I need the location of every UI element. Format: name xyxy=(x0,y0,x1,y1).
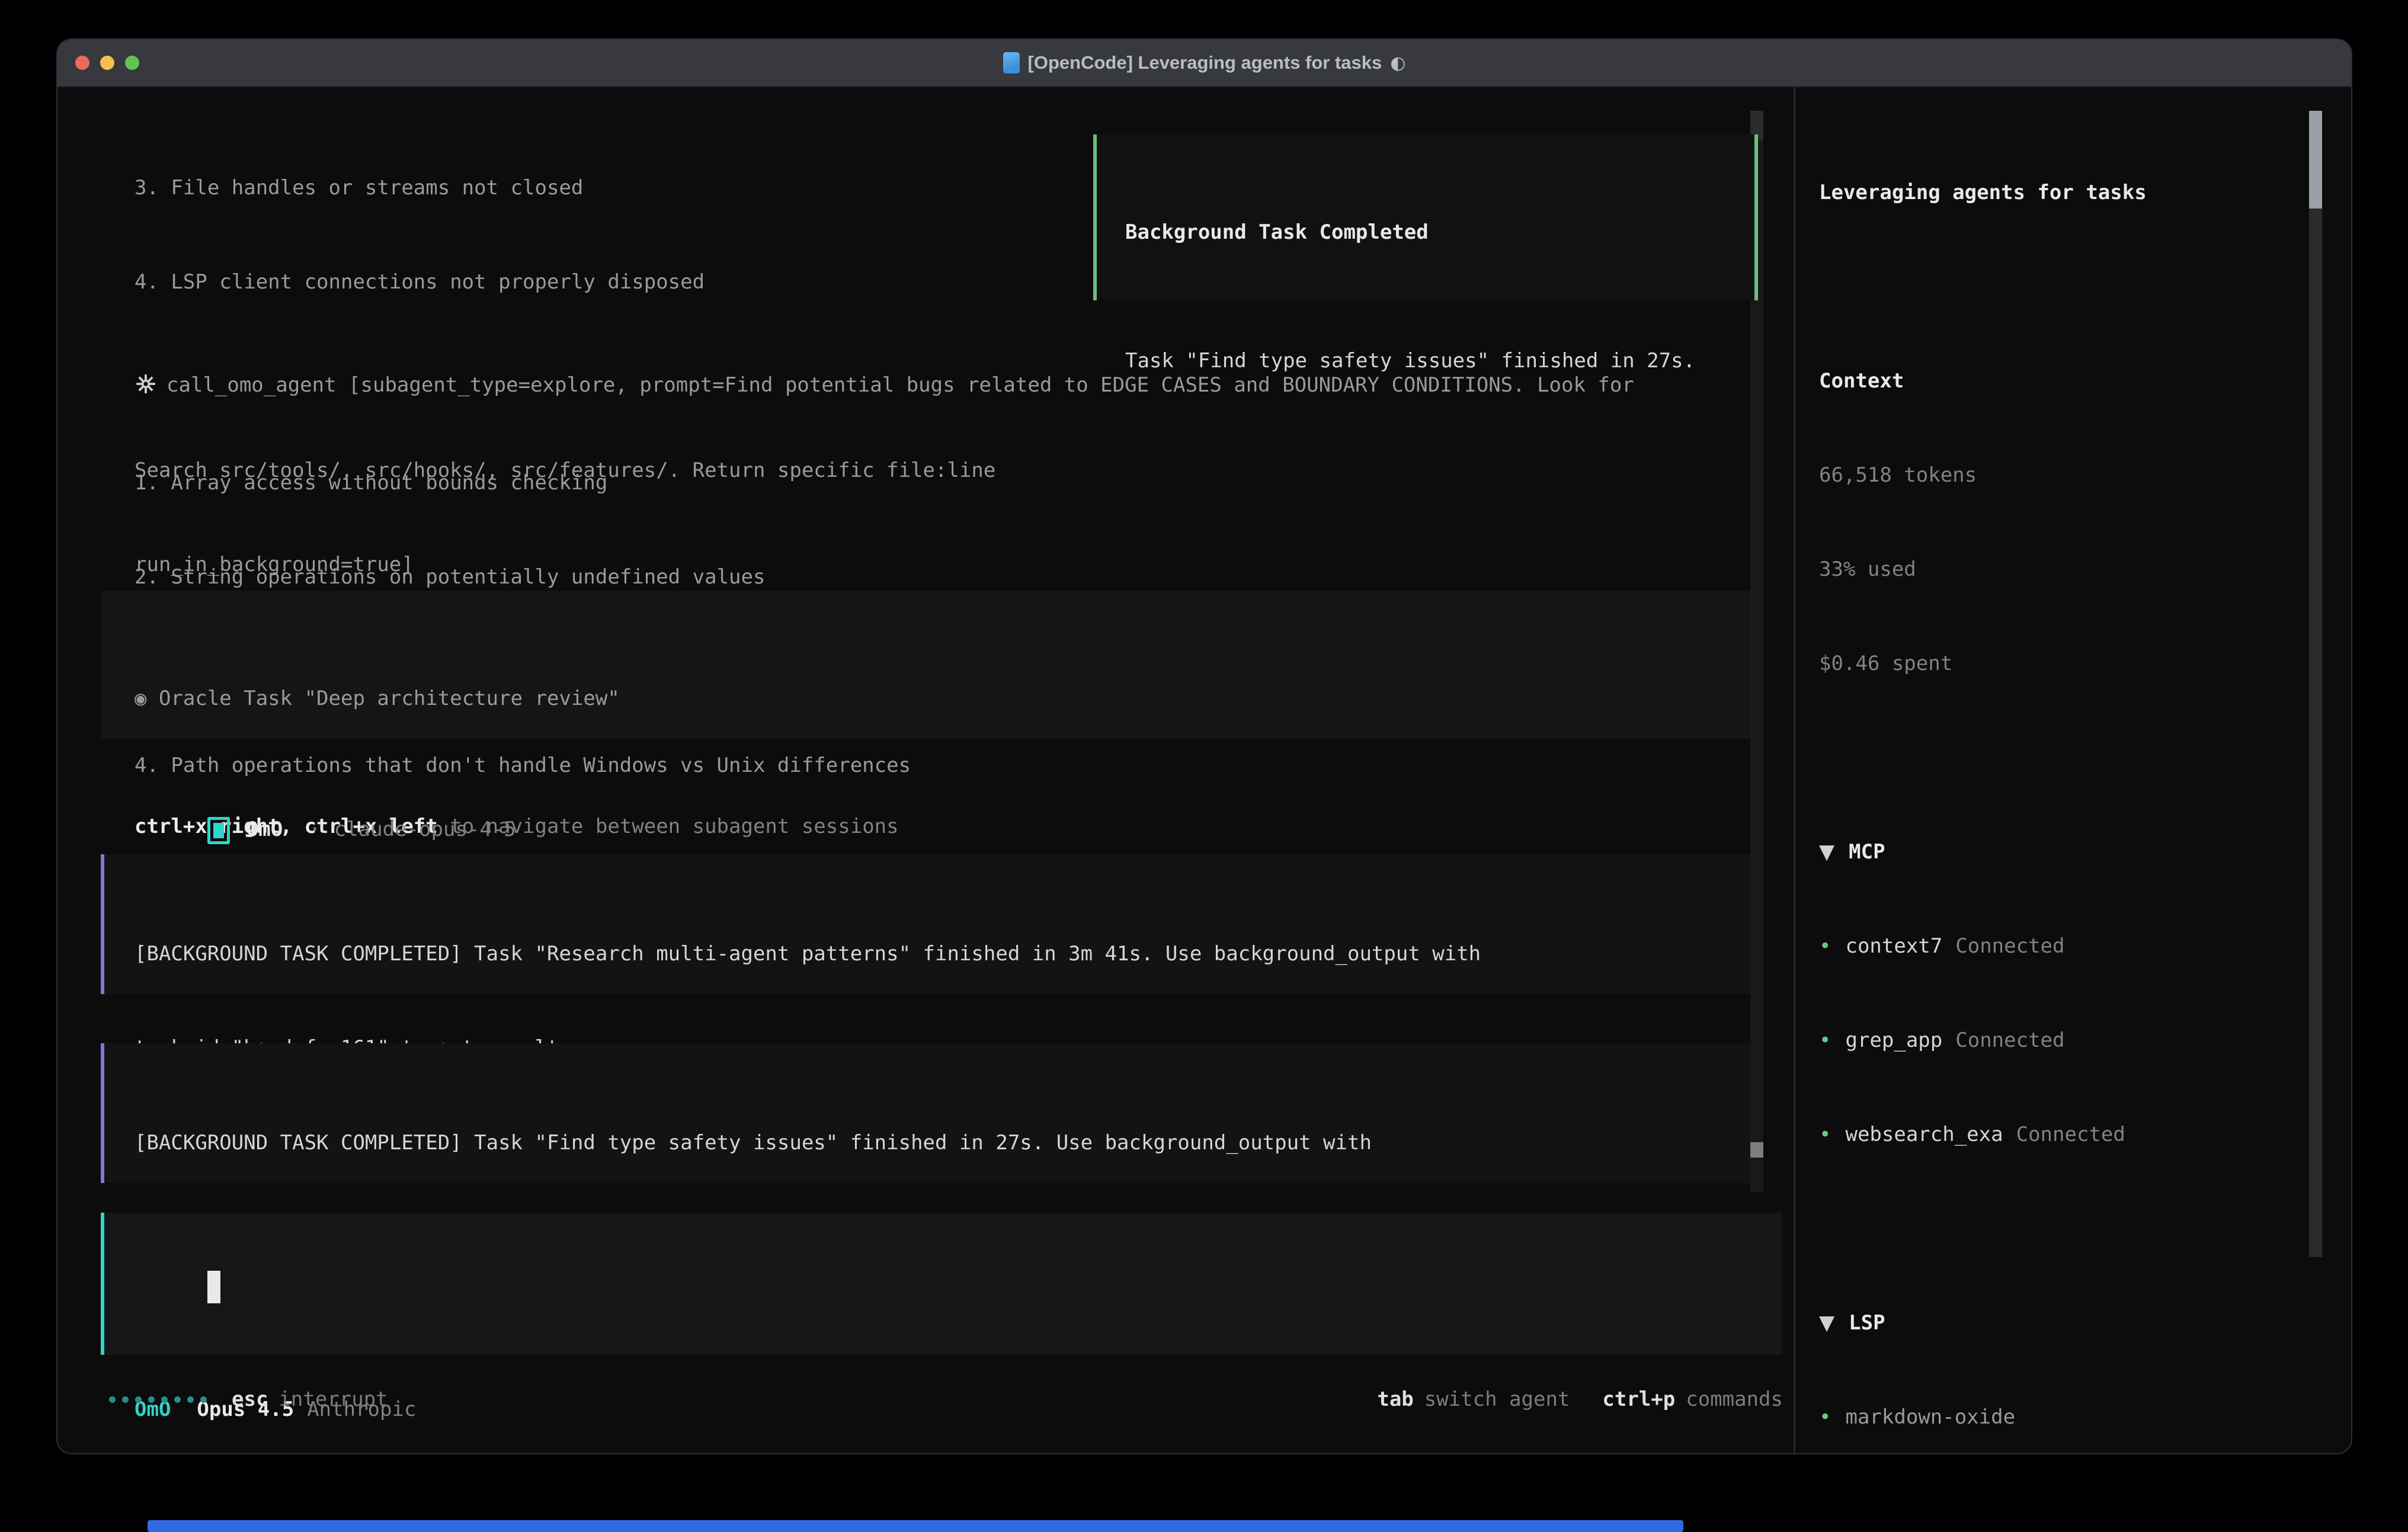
agent-name: OmO xyxy=(246,818,283,841)
document-icon xyxy=(1003,52,1020,73)
agent-square-icon xyxy=(207,817,230,844)
task-result-line: [BACKGROUND TASK COMPLETED] Task "Resear… xyxy=(135,938,1756,970)
lsp-section-header[interactable]: ▼LSP xyxy=(1819,1307,2268,1339)
tab-hint: tabswitch agent xyxy=(1377,1384,1570,1415)
chevron-down-icon: ▼ xyxy=(1819,840,1834,864)
bullet-dot-icon: • xyxy=(1819,1123,1831,1146)
chevron-down-icon: ▼ xyxy=(1819,1311,1834,1335)
minimize-button[interactable] xyxy=(100,56,114,70)
main-scrollbar-thumb[interactable] xyxy=(1750,1142,1763,1158)
bullet-dot-icon: • xyxy=(1819,1028,1831,1052)
context-used: 33% used xyxy=(1819,554,2268,585)
log-line: 4. LSP client connections not properly d… xyxy=(135,267,995,298)
session-title: Leveraging agents for tasks xyxy=(1819,177,2268,209)
sidebar-scrollbar[interactable] xyxy=(2309,111,2322,1257)
ctrlp-hint: ctrl+pcommands xyxy=(1602,1384,1783,1415)
pane-divider xyxy=(1794,86,1795,1453)
status-bar: esc interrupt tabswitch agent ctrl+pcomm… xyxy=(109,1384,1783,1415)
desktop: [OpenCode] Leveraging agents for tasks ◐… xyxy=(0,0,2408,1532)
traffic-lights xyxy=(75,40,139,86)
titlebar: [OpenCode] Leveraging agents for tasks ◐ xyxy=(57,40,2351,87)
background-task-result: [BACKGROUND TASK COMPLETED] Task "Resear… xyxy=(101,854,1756,994)
task-result-line: [BACKGROUND TASK COMPLETED] Task "Find t… xyxy=(135,1127,1756,1159)
background-task-result: [BACKGROUND TASK COMPLETED] Task "Find t… xyxy=(101,1043,1756,1183)
esc-key-hint: esc xyxy=(232,1384,268,1415)
context-spent: $0.46 spent xyxy=(1819,648,2268,680)
context-tokens: 66,518 tokens xyxy=(1819,460,2268,491)
sidebar: Leveraging agents for tasks Context 66,5… xyxy=(1819,114,2268,1454)
oracle-task-panel: ◉ Oracle Task "Deep architecture review"… xyxy=(101,591,1756,739)
bullet-dot-icon: • xyxy=(1819,1405,1831,1429)
window-title-group: [OpenCode] Leveraging agents for tasks ◐ xyxy=(1003,52,1406,73)
prompt-input[interactable]: OmOOpus 4.5Anthropic xyxy=(101,1213,1782,1355)
tool-call-item: 2. String operations on potentially unde… xyxy=(135,562,1770,593)
close-button[interactable] xyxy=(75,56,89,70)
log-line: 3. File handles or streams not closed xyxy=(135,172,995,204)
opencode-window: [OpenCode] Leveraging agents for tasks ◐… xyxy=(56,39,2352,1454)
separator-dot: · xyxy=(309,818,321,841)
sidebar-scrollbar-thumb[interactable] xyxy=(2309,111,2322,209)
mcp-item: •websearch_exaConnected xyxy=(1819,1119,2268,1150)
maximize-button[interactable] xyxy=(125,56,139,70)
tool-call-item: 1. Array access without bounds checking xyxy=(135,467,1770,499)
mcp-item: •grep_appConnected xyxy=(1819,1025,2268,1056)
activity-spinner-dots xyxy=(109,1396,207,1403)
agent-model: claude-opus-4-5 xyxy=(334,818,516,841)
lsp-item: •markdown-oxide xyxy=(1819,1402,2268,1433)
toast-body: Task "Find type safety issues" finished … xyxy=(1125,345,1754,377)
window-title: [OpenCode] Leveraging agents for tasks xyxy=(1028,52,1382,73)
progress-half-circle-icon: ◐ xyxy=(1390,53,1405,73)
esc-key-label: interrupt xyxy=(278,1384,388,1415)
context-heading: Context xyxy=(1819,366,2268,397)
text-cursor xyxy=(207,1271,220,1303)
toast-title: Background Task Completed xyxy=(1125,217,1754,248)
mcp-item: •context7Connected xyxy=(1819,931,2268,962)
fisheye-icon: ◉ xyxy=(135,687,146,710)
oracle-task-title: ◉ Oracle Task "Deep architecture review" xyxy=(135,683,1756,714)
bullet-dot-icon: • xyxy=(1819,934,1831,958)
notification-toast[interactable]: Background Task Completed Task "Find typ… xyxy=(1093,134,1758,300)
mcp-section-header[interactable]: ▼MCP xyxy=(1819,836,2268,868)
background-window-strip xyxy=(148,1520,1683,1532)
gear-icon xyxy=(135,373,157,405)
